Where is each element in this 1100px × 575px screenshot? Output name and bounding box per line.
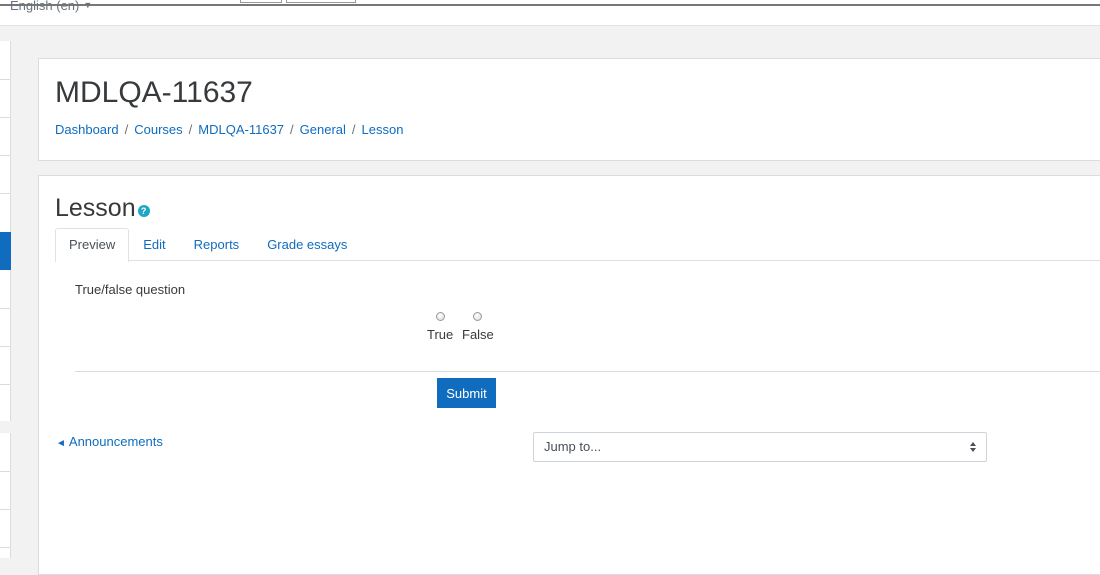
drawer-divider <box>0 308 11 309</box>
tab-reports[interactable]: Reports <box>180 228 254 261</box>
drawer-divider <box>0 384 11 385</box>
prev-activity-label: Announcements <box>68 434 163 449</box>
top-fragment <box>240 0 282 3</box>
breadcrumb-separator: / <box>351 122 356 137</box>
jump-to-value: Jump to... <box>544 439 602 454</box>
arrow-left-icon: ◄ <box>56 438 66 449</box>
top-border-line <box>0 4 1100 6</box>
page-header: MDLQA-11637 Dashboard / Courses / MDLQA-… <box>38 58 1100 161</box>
drawer-gap <box>0 421 11 433</box>
breadcrumb-lesson[interactable]: Lesson <box>362 122 404 137</box>
drawer-divider <box>0 346 11 347</box>
top-strip: English (en) ▼ <box>0 0 1100 26</box>
form-divider <box>75 371 1100 372</box>
top-fragment <box>286 0 356 3</box>
breadcrumb-courses[interactable]: Courses <box>134 122 182 137</box>
radio-false[interactable] <box>473 312 483 321</box>
submit-button[interactable]: Submit <box>437 378 496 408</box>
select-arrows-icon <box>970 442 976 452</box>
option-true-label: True <box>427 327 454 342</box>
prev-activity-link[interactable]: ◄ Announcements <box>56 434 163 449</box>
option-false[interactable]: False <box>462 312 494 342</box>
drawer-divider <box>0 79 11 80</box>
activity-title: Lesson ? <box>55 194 150 223</box>
breadcrumb-dashboard[interactable]: Dashboard <box>55 122 119 137</box>
option-true[interactable]: True <box>427 312 453 342</box>
page-title: MDLQA-11637 <box>55 76 253 109</box>
question-circle-icon[interactable]: ? <box>137 204 150 217</box>
question-label: True/false question <box>75 282 186 297</box>
drawer-divider <box>0 155 11 156</box>
caret-down-icon: ▼ <box>83 0 93 10</box>
activity-title-text: Lesson <box>55 194 136 222</box>
tab-grade-essays[interactable]: Grade essays <box>253 228 361 261</box>
drawer-divider <box>0 547 11 548</box>
breadcrumb-separator: / <box>290 122 294 137</box>
nav-drawer-strip[interactable] <box>0 41 11 558</box>
lesson-tabs: Preview Edit Reports Grade essays <box>55 228 1100 262</box>
breadcrumb: Dashboard / Courses / MDLQA-11637 / Gene… <box>55 122 403 137</box>
language-menu[interactable]: English (en) ▼ <box>10 0 92 13</box>
breadcrumb-course[interactable]: MDLQA-11637 <box>198 122 284 137</box>
main-content: Lesson ? Preview Edit Reports Grade essa… <box>38 175 1100 575</box>
breadcrumb-section[interactable]: General <box>300 122 346 137</box>
drawer-divider <box>0 193 11 194</box>
breadcrumb-separator: / <box>188 122 193 137</box>
option-false-label: False <box>462 327 494 342</box>
tab-edit[interactable]: Edit <box>129 228 179 261</box>
tab-preview[interactable]: Preview <box>55 228 130 262</box>
drawer-divider <box>0 509 11 510</box>
drawer-item-active[interactable] <box>0 232 11 270</box>
drawer-divider <box>0 471 11 472</box>
drawer-divider <box>0 117 11 118</box>
language-label: English (en) <box>10 0 80 13</box>
jump-to-select[interactable]: Jump to... <box>533 432 987 462</box>
breadcrumb-separator: / <box>124 122 129 137</box>
radio-true[interactable] <box>435 312 445 321</box>
